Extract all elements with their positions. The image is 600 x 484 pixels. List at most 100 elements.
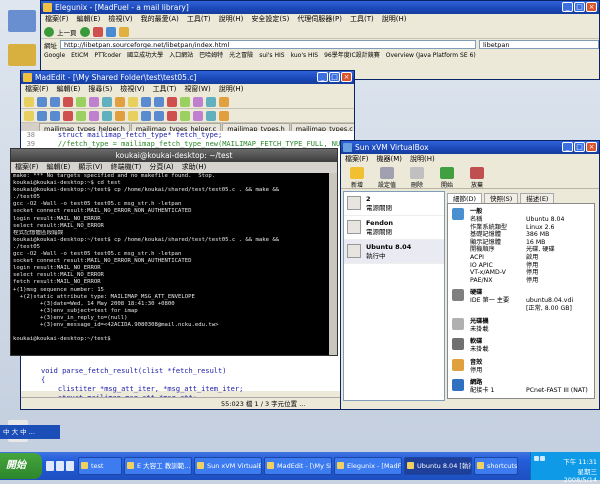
toolbar-button-icon[interactable] bbox=[219, 97, 229, 107]
toolbar-button-icon[interactable] bbox=[128, 97, 138, 107]
terminal-menu-item[interactable]: 分頁(A) bbox=[149, 162, 173, 173]
quicklaunch-desktop-icon[interactable] bbox=[56, 461, 64, 471]
taskbar-button[interactable]: MadEdit - [\My Sh... bbox=[264, 457, 332, 475]
taskbar-button[interactable]: E 大容工 教訓範... bbox=[124, 457, 192, 475]
toolbar-button-icon[interactable] bbox=[89, 111, 99, 121]
bookmark-link[interactable]: 國立成功大學 bbox=[127, 50, 163, 61]
taskbar-button[interactable]: test bbox=[78, 457, 122, 475]
forward-arrow-icon[interactable] bbox=[80, 27, 90, 37]
back-arrow-icon[interactable] bbox=[44, 27, 54, 37]
vbox-toolbar-button[interactable]: 新增 bbox=[345, 167, 369, 189]
madedit-menu-item[interactable]: 檔案(F) bbox=[25, 84, 49, 95]
vbox-toolbar-button[interactable]: 放棄 bbox=[465, 167, 489, 189]
toolbar-button-icon[interactable] bbox=[206, 111, 216, 121]
madedit-menu-item[interactable]: 說明(H) bbox=[219, 84, 244, 95]
language-bar[interactable]: 中 大 中 ... bbox=[0, 425, 60, 439]
terminal-scrollbar[interactable] bbox=[329, 173, 337, 355]
terminal-menu-item[interactable]: 終端機(T) bbox=[111, 162, 142, 173]
bookmark-link[interactable]: Overview (Java Platform SE 6) bbox=[386, 50, 476, 61]
start-button[interactable]: 開始 bbox=[0, 453, 42, 479]
vbox-tab[interactable]: 快照(S) bbox=[484, 193, 518, 203]
section-title[interactable]: 光碟機 bbox=[470, 317, 592, 326]
refresh-icon[interactable] bbox=[106, 27, 116, 37]
bookmark-link[interactable]: 入口網站 bbox=[169, 50, 193, 61]
terminal-menu-item[interactable]: 檔案(F) bbox=[15, 162, 39, 173]
toolbar-button-icon[interactable] bbox=[141, 111, 151, 121]
bookmark-link[interactable]: sui's HIS bbox=[259, 50, 284, 61]
section-title[interactable]: 網路 bbox=[470, 378, 592, 387]
toolbar-button-icon[interactable] bbox=[89, 97, 99, 107]
browser-menu-item[interactable]: 我的最愛(A) bbox=[141, 14, 179, 25]
browser-menu-item[interactable]: 工具(T) bbox=[187, 14, 211, 25]
toolbar-button-icon[interactable] bbox=[24, 111, 34, 121]
vbox-tab[interactable]: 描述(E) bbox=[520, 193, 554, 203]
vbox-tab[interactable]: 細節(D) bbox=[447, 193, 482, 203]
vm-list-item[interactable]: Fendon電源關閉 bbox=[344, 216, 444, 240]
toolbar-button-icon[interactable] bbox=[154, 111, 164, 121]
taskbar-button[interactable]: shortcuts bbox=[474, 457, 518, 475]
home-icon[interactable] bbox=[119, 27, 129, 37]
close-button[interactable]: × bbox=[341, 72, 352, 82]
vbox-menu-item[interactable]: 檔案(F) bbox=[345, 154, 369, 165]
back-button[interactable]: 上一頁 bbox=[57, 27, 77, 37]
toolbar-button-icon[interactable] bbox=[115, 97, 125, 107]
toolbar-button-icon[interactable] bbox=[63, 111, 73, 121]
minimize-button[interactable]: _ bbox=[562, 2, 573, 12]
toolbar-button-icon[interactable] bbox=[115, 111, 125, 121]
close-button[interactable]: × bbox=[586, 2, 597, 12]
close-button[interactable]: × bbox=[586, 142, 597, 152]
url-field[interactable]: http://libetpan.sourceforge.net/libetpan… bbox=[60, 40, 476, 49]
maximize-button[interactable]: □ bbox=[574, 2, 585, 12]
browser-menu-item[interactable]: 代理伺服器(P) bbox=[297, 14, 342, 25]
toolbar-button-icon[interactable] bbox=[219, 111, 229, 121]
madedit-menu-item[interactable]: 檢視(V) bbox=[120, 84, 144, 95]
toolbar-button-icon[interactable] bbox=[102, 111, 112, 121]
browser-menu-item[interactable]: 安全設定(S) bbox=[251, 14, 289, 25]
terminal-output[interactable]: make: *** No targets specified and no ma… bbox=[11, 173, 329, 355]
taskbar-button[interactable]: Ubuntu 8.04 [執行中]... bbox=[404, 457, 472, 475]
toolbar-button-icon[interactable] bbox=[63, 97, 73, 107]
vbox-toolbar-button[interactable]: 設定值 bbox=[375, 167, 399, 189]
toolbar-button-icon[interactable] bbox=[141, 97, 151, 107]
bookmark-link[interactable]: 96學年度IC設計競賽 bbox=[324, 50, 380, 61]
section-title[interactable]: 硬碟 bbox=[470, 288, 592, 297]
stop-icon[interactable] bbox=[93, 27, 103, 37]
toolbar-button-icon[interactable] bbox=[37, 111, 47, 121]
toolbar-button-icon[interactable] bbox=[167, 111, 177, 121]
bookmark-link[interactable]: 巴哈姆特 bbox=[199, 50, 223, 61]
bookmark-link[interactable]: 光之冒險 bbox=[229, 50, 253, 61]
desktop-icon-computer[interactable] bbox=[8, 10, 36, 32]
bookmark-link[interactable]: kuo's HIS bbox=[291, 50, 319, 61]
toolbar-button-icon[interactable] bbox=[102, 97, 112, 107]
toolbar-button-icon[interactable] bbox=[76, 97, 86, 107]
quicklaunch-ie-icon[interactable] bbox=[46, 461, 54, 471]
terminal-menu-item[interactable]: 求助(H) bbox=[182, 162, 207, 173]
madedit-menu-item[interactable]: 工具(T) bbox=[153, 84, 177, 95]
vbox-menu-item[interactable]: 機器(M) bbox=[377, 154, 403, 165]
toolbar-button-icon[interactable] bbox=[180, 97, 190, 107]
madedit-menu-item[interactable]: 視窗(W) bbox=[184, 84, 210, 95]
toolbar-button-icon[interactable] bbox=[206, 97, 216, 107]
tray-network-icon[interactable] bbox=[534, 456, 539, 461]
vbox-toolbar-button[interactable]: 刪除 bbox=[405, 167, 429, 189]
toolbar-button-icon[interactable] bbox=[24, 97, 34, 107]
minimize-button[interactable]: _ bbox=[317, 72, 328, 82]
browser-menu-item[interactable]: 編輯(E) bbox=[77, 14, 101, 25]
toolbar-button-icon[interactable] bbox=[154, 97, 164, 107]
madedit-menu-item[interactable]: 搜尋(S) bbox=[88, 84, 112, 95]
toolbar-button-icon[interactable] bbox=[76, 111, 86, 121]
bookmark-link[interactable]: PTTcoder bbox=[94, 50, 121, 61]
maximize-button[interactable]: □ bbox=[574, 142, 585, 152]
vm-list-item[interactable]: 2電源關閉 bbox=[344, 192, 444, 216]
vbox-toolbar-button[interactable]: 開始 bbox=[435, 167, 459, 189]
toolbar-button-icon[interactable] bbox=[193, 97, 203, 107]
maximize-button[interactable]: □ bbox=[329, 72, 340, 82]
search-field[interactable]: libetpan bbox=[479, 40, 599, 49]
section-title[interactable]: 音效 bbox=[470, 358, 592, 367]
section-title[interactable]: 軟碟 bbox=[470, 337, 592, 346]
terminal-menu-item[interactable]: 編輯(E) bbox=[47, 162, 71, 173]
browser-menu-item[interactable]: 檔案(F) bbox=[45, 14, 69, 25]
toolbar-button-icon[interactable] bbox=[37, 97, 47, 107]
madedit-menu-item[interactable]: 編輯(E) bbox=[57, 84, 81, 95]
taskbar-button[interactable]: Elegunix - [MadFu... bbox=[334, 457, 402, 475]
